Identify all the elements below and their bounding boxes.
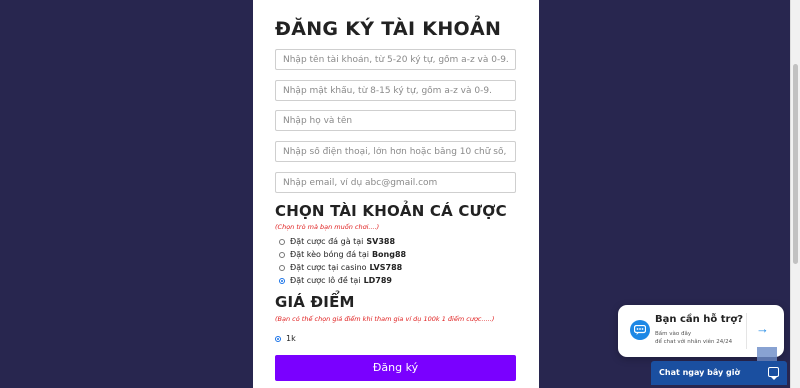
register-button[interactable]: Đăng ký bbox=[275, 355, 516, 381]
account-section-note: (Chọn trò mà bạn muốn chơi....) bbox=[275, 223, 380, 231]
scrollbar-thumb[interactable] bbox=[793, 64, 798, 264]
option-text: Đặt cược đá gà tại bbox=[290, 237, 364, 246]
arrow-right-icon[interactable]: → bbox=[756, 321, 769, 336]
price-section-heading: GIÁ ĐIỂM bbox=[275, 293, 355, 311]
option-brand: LD789 bbox=[363, 276, 392, 285]
option-text: Đặt cược lô đề tại bbox=[290, 276, 361, 285]
divider bbox=[746, 313, 747, 349]
registration-panel: ĐĂNG KÝ TÀI KHOẢN CHỌN TÀI KHOẢN CÁ CƯỢC… bbox=[253, 0, 539, 388]
chat-bubble-icon bbox=[630, 320, 650, 340]
chat-now-button[interactable]: Chat ngay bây giờ bbox=[651, 361, 787, 385]
account-section-heading: CHỌN TÀI KHOẢN CÁ CƯỢC bbox=[275, 202, 507, 220]
option-brand: LVS788 bbox=[369, 263, 403, 272]
username-input[interactable] bbox=[275, 49, 516, 70]
radio-option-bong88[interactable]: Đặt kèo bóng đá tại Bong88 bbox=[279, 250, 406, 259]
option-brand: Bong88 bbox=[371, 250, 407, 259]
help-line-1: Bấm vào đây bbox=[655, 331, 692, 337]
radio-button[interactable] bbox=[279, 251, 285, 258]
option-brand: SV388 bbox=[366, 237, 396, 246]
password-input[interactable] bbox=[275, 80, 516, 101]
chat-bar-label: Chat ngay bây giờ bbox=[659, 368, 740, 377]
help-line-2: để chat với nhân viên 24/24 bbox=[655, 339, 733, 345]
price-section-note: (Bạn có thể chọn giá điểm khi tham gia v… bbox=[275, 315, 495, 323]
badge-decoration bbox=[757, 347, 777, 361]
email-input[interactable] bbox=[275, 172, 516, 193]
chat-icon bbox=[768, 367, 779, 380]
radio-option-lvs788[interactable]: Đặt cược tại casino LVS788 bbox=[279, 263, 402, 272]
scrollbar[interactable] bbox=[790, 0, 800, 388]
radio-option-sv388[interactable]: Đặt cược đá gà tại SV388 bbox=[279, 237, 395, 246]
option-text: Đặt cược tại casino bbox=[290, 263, 367, 272]
option-text: Đặt kèo bóng đá tại bbox=[290, 250, 369, 259]
page-title: ĐĂNG KÝ TÀI KHOẢN bbox=[275, 18, 502, 40]
radio-button[interactable] bbox=[279, 238, 285, 245]
fullname-input[interactable] bbox=[275, 110, 516, 131]
help-title: Bạn cần hỗ trợ? bbox=[655, 314, 744, 325]
phone-input[interactable] bbox=[275, 141, 516, 162]
radio-button-checked[interactable] bbox=[275, 335, 281, 342]
help-subtitle: Bấm vào đây để chat với nhân viên 24/24 bbox=[655, 330, 745, 346]
radio-button[interactable] bbox=[279, 264, 285, 271]
radio-option-1k[interactable]: 1k bbox=[275, 334, 296, 343]
radio-button-checked[interactable] bbox=[279, 277, 285, 284]
radio-option-ld789[interactable]: Đặt cược lô đề tại LD789 bbox=[279, 276, 392, 285]
price-option-label: 1k bbox=[286, 334, 296, 343]
